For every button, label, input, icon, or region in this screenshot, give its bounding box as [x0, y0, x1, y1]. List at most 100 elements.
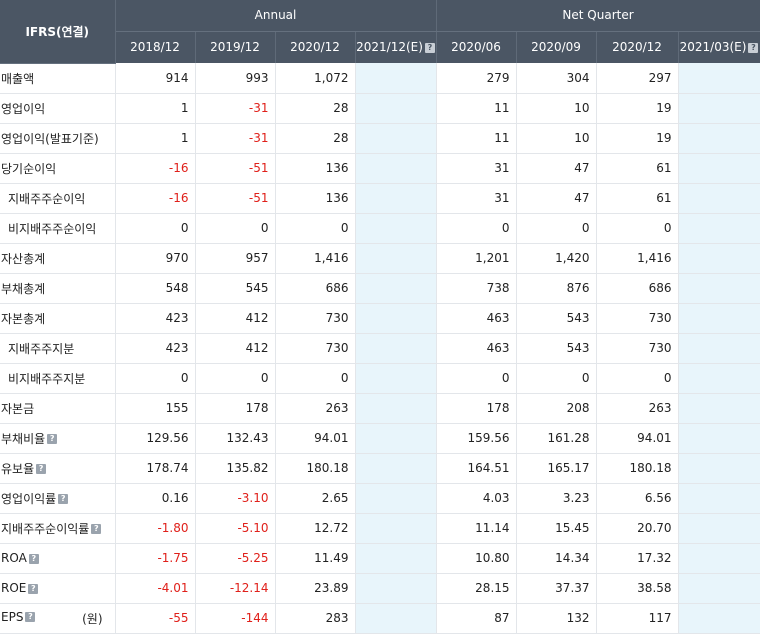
value-cell: 135.82 [195, 453, 276, 484]
table-row: EPS? (원) -55 -144 283 87 132 117 [0, 603, 760, 634]
help-icon[interactable]: ? [58, 494, 69, 504]
value-cell [355, 543, 437, 574]
help-icon[interactable]: ? [36, 464, 47, 474]
value-cell [678, 603, 760, 634]
value-cell [355, 93, 437, 124]
help-icon[interactable]: ? [424, 42, 435, 53]
table-row: 당기순이익 -16 -51 136 31 47 61 [0, 153, 760, 184]
value-cell: 11.49 [275, 543, 356, 574]
value-cell: 28 [275, 123, 356, 154]
value-cell: 20.70 [596, 513, 679, 544]
value-cell: 1,416 [275, 243, 356, 274]
value-cell: 1 [115, 123, 196, 154]
value-cell: -16 [115, 153, 196, 184]
value-cell: 6.56 [596, 483, 679, 514]
value-cell: 0 [516, 213, 597, 244]
value-cell [355, 603, 437, 634]
value-cell: 10 [516, 93, 597, 124]
table-row: ROA? -1.75 -5.25 11.49 10.80 14.34 17.32 [0, 543, 760, 574]
value-cell: 136 [275, 183, 356, 214]
value-cell: 0 [516, 363, 597, 394]
row-label: 영업이익 [0, 93, 116, 124]
value-cell: 0 [115, 363, 196, 394]
value-cell: 61 [596, 183, 679, 214]
annual-group-header: Annual [115, 0, 437, 32]
value-cell: 17.32 [596, 543, 679, 574]
value-cell: 11.14 [436, 513, 517, 544]
value-cell: 1,416 [596, 243, 679, 274]
value-cell: 914 [115, 63, 196, 94]
value-cell: 463 [436, 303, 517, 334]
row-label: 부채비율? [0, 423, 116, 454]
help-icon[interactable]: ? [47, 434, 58, 444]
value-cell: 47 [516, 183, 597, 214]
row-label: 자본금 [0, 393, 116, 424]
financial-summary-table: IFRS(연결) Annual Net Quarter 2018/12 2019/… [0, 0, 760, 634]
value-cell: 12.72 [275, 513, 356, 544]
period-header: 2018/12 [115, 31, 196, 63]
value-cell: 165.17 [516, 453, 597, 484]
row-label: EPS? (원) [0, 603, 116, 634]
value-cell: 0 [436, 363, 517, 394]
value-cell [678, 423, 760, 454]
corner-header: IFRS(연결) [0, 0, 116, 64]
value-cell: 543 [516, 333, 597, 364]
value-cell: 161.28 [516, 423, 597, 454]
table-row: 부채총계 548 545 686 738 876 686 [0, 273, 760, 304]
value-cell [355, 513, 437, 544]
value-cell: 159.56 [436, 423, 517, 454]
value-cell: 37.37 [516, 573, 597, 604]
row-label: 매출액 [0, 63, 116, 94]
value-cell: 0 [275, 363, 356, 394]
value-cell: 1 [115, 93, 196, 124]
value-cell: 263 [596, 393, 679, 424]
table-row: 유보율? 178.74 135.82 180.18 164.51 165.17 180.18 [0, 453, 760, 484]
value-cell [355, 483, 437, 514]
value-cell: -3.10 [195, 483, 276, 514]
value-cell: -51 [195, 183, 276, 214]
value-cell: 0 [596, 363, 679, 394]
table-row: 영업이익률? 0.16 -3.10 2.65 4.03 3.23 6.56 [0, 483, 760, 514]
help-icon[interactable]: ? [748, 42, 759, 53]
value-cell [678, 243, 760, 274]
value-cell: 38.58 [596, 573, 679, 604]
value-cell: -4.01 [115, 573, 196, 604]
value-cell [678, 573, 760, 604]
value-cell: 0 [596, 213, 679, 244]
row-label: 영업이익(발표기준) [0, 123, 116, 154]
row-label: ROE? [0, 573, 116, 604]
value-cell: 0 [195, 363, 276, 394]
help-icon[interactable]: ? [25, 612, 36, 622]
value-cell [355, 153, 437, 184]
value-cell [678, 363, 760, 394]
value-cell [678, 153, 760, 184]
help-icon[interactable]: ? [28, 553, 39, 564]
value-cell: 730 [596, 303, 679, 334]
value-cell: 178.74 [115, 453, 196, 484]
value-cell [355, 573, 437, 604]
value-cell: 155 [115, 393, 196, 424]
value-cell [355, 183, 437, 214]
value-cell [678, 393, 760, 424]
value-cell: 19 [596, 123, 679, 154]
value-cell: 3.23 [516, 483, 597, 514]
value-cell: 178 [195, 393, 276, 424]
value-cell: 28.15 [436, 573, 517, 604]
period-header: 2020/06 [436, 31, 517, 63]
row-label: 유보율? [0, 453, 116, 484]
help-icon[interactable]: ? [91, 524, 102, 534]
table-row: 지배주주순이익률? -1.80 -5.10 12.72 11.14 15.45 20.70 [0, 513, 760, 544]
value-cell: 412 [195, 333, 276, 364]
value-cell [355, 393, 437, 424]
table-row: 부채비율? 129.56 132.43 94.01 159.56 161.28 94.01 [0, 423, 760, 454]
value-cell [678, 93, 760, 124]
value-cell: -16 [115, 183, 196, 214]
value-cell: 686 [596, 273, 679, 304]
quarter-group-header: Net Quarter [436, 0, 760, 32]
value-cell: 19 [596, 93, 679, 124]
value-cell: -1.80 [115, 513, 196, 544]
table-row: 비지배주주순이익 0 0 0 0 0 0 [0, 213, 760, 244]
value-cell: 283 [275, 603, 356, 634]
value-cell: 178 [436, 393, 517, 424]
help-icon[interactable]: ? [28, 583, 39, 594]
